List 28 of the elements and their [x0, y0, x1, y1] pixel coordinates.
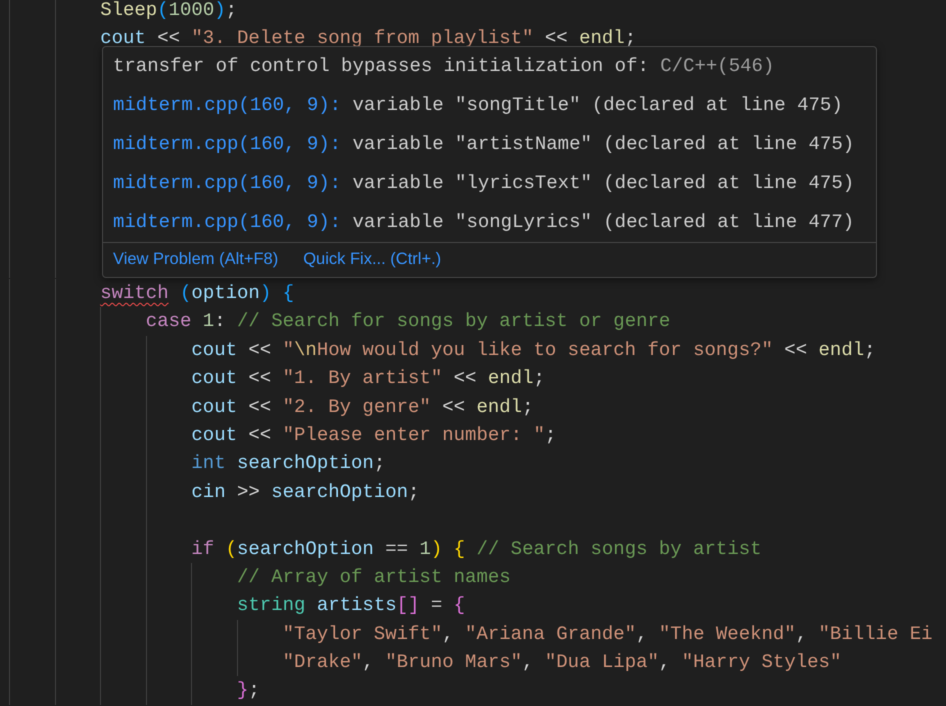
code-line: };: [237, 678, 260, 704]
related-info: variable "songLyrics" (declared at line 477): [352, 211, 854, 234]
action-link[interactable]: View Problem (Alt+F8): [113, 250, 278, 270]
related-info: variable "lyricsText" (declared at line 475): [352, 172, 854, 194]
error-code: C/C++(546): [660, 55, 774, 78]
related-info: variable "artistName" (declared at line 475): [352, 133, 854, 156]
file-location-link[interactable]: midterm.cpp(160, 9):: [113, 94, 342, 116]
file-location-link[interactable]: midterm.cpp(160, 9):: [113, 133, 342, 156]
code-line: cout << "2. By genre" << endl;: [191, 394, 534, 420]
action-link[interactable]: Quick Fix... (Ctrl+.): [303, 250, 442, 270]
file-location-link[interactable]: midterm.cpp(160, 9):: [113, 211, 342, 234]
code-line: cout << "3. Delete song from playlist" << endl;: [100, 26, 636, 52]
related-info: variable "songTitle" (declared at line 475): [352, 94, 843, 116]
code-line: switch (option) {: [100, 280, 294, 306]
code-line: "Drake", "Bruno Mars", "Dua Lipa", "Harry Styles": [282, 650, 842, 676]
error-message: transfer of control bypasses initialization of:: [113, 55, 649, 78]
code-line: cout << "Please enter number: ";: [191, 422, 556, 448]
code-line: Sleep(1000);: [100, 0, 238, 23]
code-line: cout << "\nHow would you like to search for songs?" << endl;: [191, 338, 876, 363]
code-line: "Taylor Swift", "Ariana Grande", "The Weeknd", "Billie Ei: [282, 622, 933, 647]
code-line: cin >> searchOption;: [191, 480, 420, 505]
code-line: // Array of artist names: [237, 564, 511, 590]
code-line: cout << "1. By artist" << endl;: [191, 366, 545, 392]
code-line: if (searchOption == 1) { // Search songs by artist: [191, 536, 762, 562]
file-location-link[interactable]: midterm.cpp(160, 9):: [113, 172, 342, 194]
code-line: int searchOption;: [191, 451, 386, 476]
code-line: case 1: // Search for songs by artist or genre: [146, 309, 670, 334]
code-line: string artists[] = {: [237, 593, 466, 618]
